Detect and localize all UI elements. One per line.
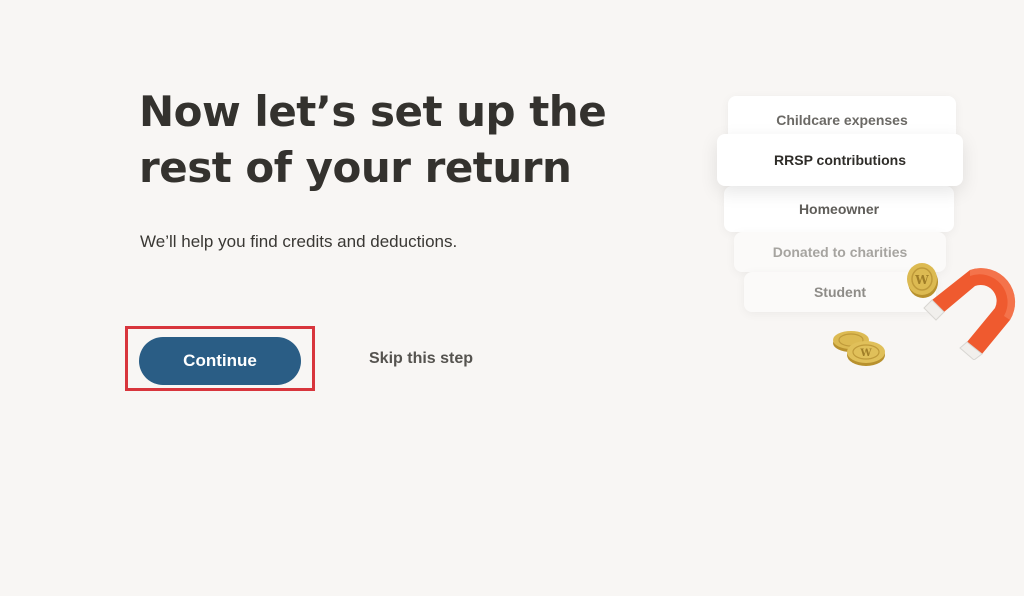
credits-illustration: Childcare expenses RRSP contributions Ho… [700,80,1024,380]
page-subtitle: We’ll help you find credits and deductio… [140,232,458,251]
page-title: Now let’s set up the rest of your return [139,87,607,192]
skip-step-link[interactable]: Skip this step [369,350,473,368]
coin-icon: W [847,341,885,366]
coin-letter: W [859,348,872,359]
card-homeowner: Homeowner [724,186,954,232]
card-rrsp-contributions: RRSP contributions [717,134,963,186]
coin-icon: W [907,263,938,298]
coin-letter: W [914,273,929,287]
continue-button[interactable]: Continue [139,337,301,385]
